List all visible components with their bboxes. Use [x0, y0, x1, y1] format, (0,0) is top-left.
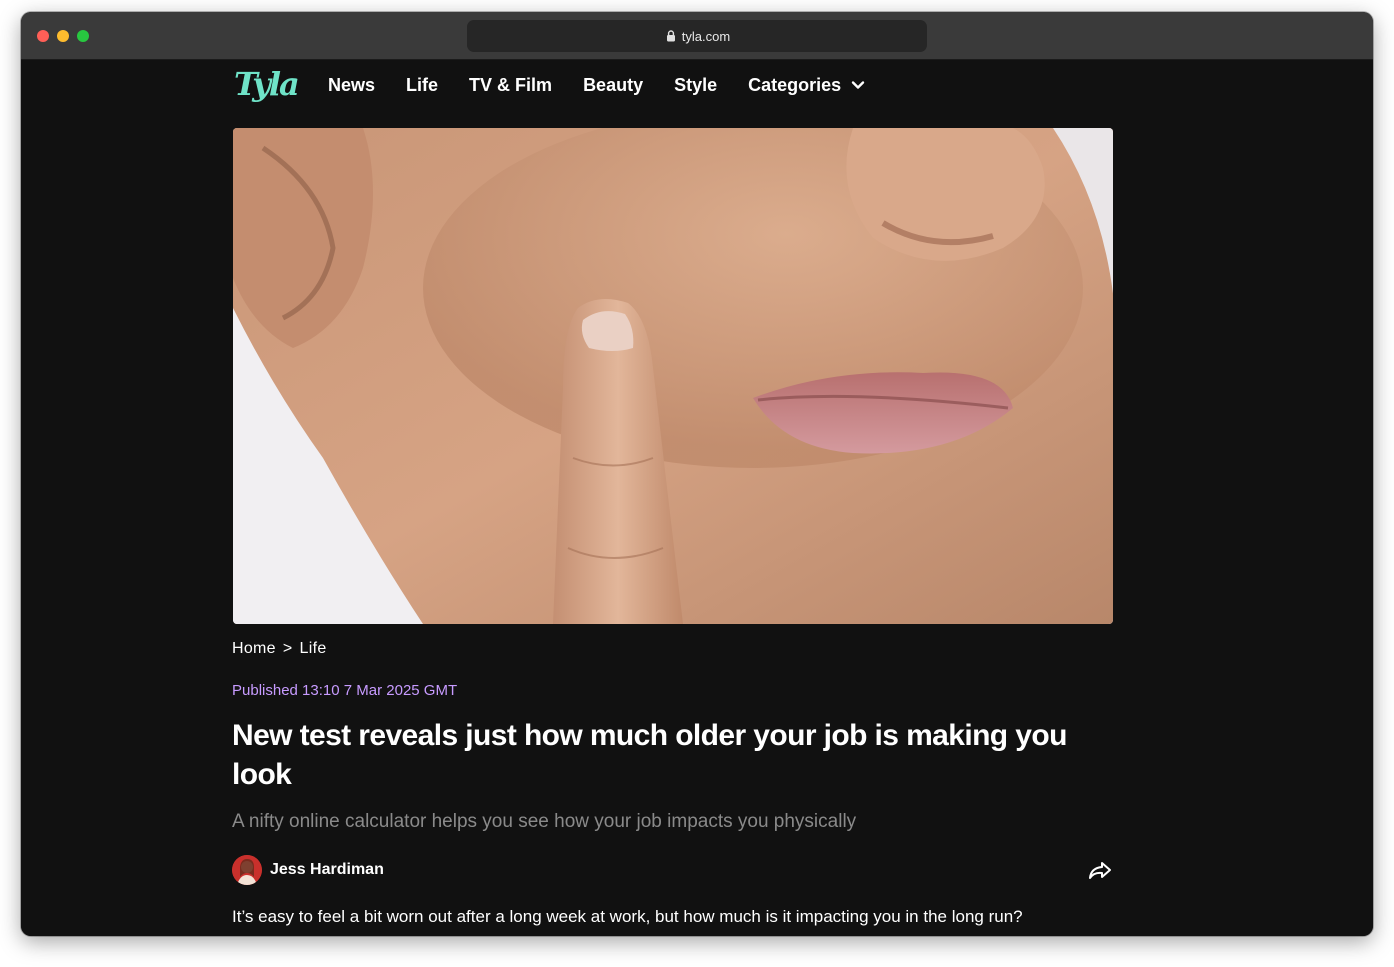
- maximize-window-button[interactable]: [77, 30, 89, 42]
- page-viewport: Tyla News Life TV & Film Beauty Style Ca…: [21, 60, 1373, 936]
- nav-life[interactable]: Life: [406, 75, 438, 96]
- article-hero-image: [233, 128, 1113, 624]
- site-nav: Tyla News Life TV & Film Beauty Style Ca…: [232, 60, 865, 110]
- browser-titlebar: tyla.com: [21, 12, 1373, 60]
- breadcrumb: Home > Life: [232, 640, 327, 658]
- svg-text:Tyla: Tyla: [234, 65, 298, 103]
- chevron-down-icon: [851, 81, 865, 89]
- article-headline: New test reveals just how much older you…: [232, 719, 1067, 791]
- share-icon[interactable]: [1087, 859, 1113, 881]
- address-bar[interactable]: tyla.com: [467, 20, 927, 52]
- published-date: Published 13:10 7 Mar 2025 GMT: [232, 682, 458, 699]
- breadcrumb-life[interactable]: Life: [300, 640, 327, 658]
- nav-tv-film[interactable]: TV & Film: [469, 75, 552, 96]
- lock-icon: [666, 30, 675, 42]
- nav-news[interactable]: News: [328, 75, 375, 96]
- breadcrumb-separator: >: [282, 640, 293, 657]
- close-window-button[interactable]: [37, 30, 49, 42]
- breadcrumb-home[interactable]: Home: [232, 640, 276, 658]
- article-first-paragraph: It’s easy to feel a bit worn out after a…: [232, 907, 1023, 926]
- nav-categories-label: Categories: [748, 74, 842, 95]
- author-row: Jess Hardiman: [232, 854, 1113, 886]
- article-standfirst: A nifty online calculator helps you see …: [232, 811, 857, 832]
- minimize-window-button[interactable]: [57, 30, 69, 42]
- author-avatar[interactable]: [232, 855, 262, 885]
- author-name[interactable]: Jess Hardiman: [270, 861, 384, 879]
- browser-window: tyla.com Tyla News Life TV & Film Beauty…: [21, 12, 1373, 936]
- nav-beauty[interactable]: Beauty: [583, 75, 643, 96]
- url-text: tyla.com: [681, 28, 731, 44]
- nav-style[interactable]: Style: [674, 75, 717, 96]
- nav-categories[interactable]: Categories: [748, 75, 865, 96]
- tyla-logo[interactable]: Tyla: [232, 63, 298, 107]
